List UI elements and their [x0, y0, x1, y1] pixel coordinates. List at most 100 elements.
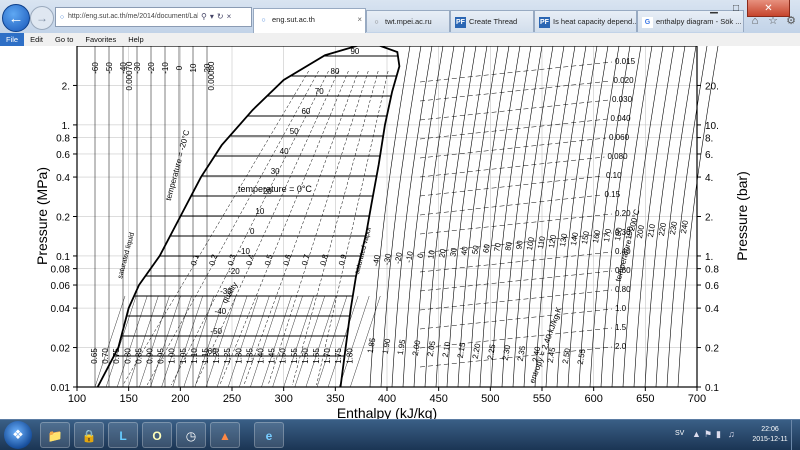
show-hidden-icons-icon[interactable]: ▲	[692, 429, 701, 439]
search-icon[interactable]: ⚲	[201, 8, 207, 26]
subcooled-isotherm-label: 10	[189, 63, 198, 72]
tab-create-thread[interactable]: PF Create Thread	[450, 10, 534, 32]
y-tick-label-left: 0.2	[56, 213, 70, 224]
tab-label: eng.sut.ac.th	[272, 15, 315, 24]
x-tick-label: 500	[481, 393, 499, 405]
tab-label: twt.mpei.ac.ru	[385, 17, 432, 26]
google-icon: G	[642, 17, 653, 28]
tab-label: enthalpy diagram - Sök ...	[656, 17, 742, 26]
entropy-label-liquid: 0.70	[101, 348, 110, 364]
isotherm-label: -40	[215, 307, 227, 316]
clock[interactable]: 22:06 2015-12-11	[742, 425, 798, 445]
x-tick-label: 550	[533, 393, 551, 405]
page-icon: ○	[261, 17, 266, 24]
show-desktop-button[interactable]	[791, 420, 800, 450]
stop-icon[interactable]: ×	[227, 8, 232, 26]
subcooled-isotherm-label: -50	[105, 62, 114, 74]
close-tab-icon[interactable]: ×	[357, 9, 362, 31]
x-tick-label: 400	[378, 393, 396, 405]
volume-icon[interactable]: ♫	[728, 429, 735, 439]
pf-icon: PF	[539, 17, 550, 28]
x-axis-label: Enthalpy (kJ/kg)	[337, 405, 437, 419]
language-indicator[interactable]: SV	[675, 430, 684, 437]
taskbar-app-explorer[interactable]: 📁	[40, 422, 70, 448]
refresh-icon[interactable]: ↻	[217, 8, 224, 26]
y-tick-label-left: 0.01	[51, 383, 71, 394]
subcooled-isotherm-label: -10	[161, 62, 170, 74]
subcooled-isotherm-label: 0	[175, 65, 184, 70]
isotherm-label: 60	[301, 107, 310, 116]
x-tick-label: 250	[223, 393, 241, 405]
isotherm-label: 0	[250, 227, 255, 236]
clock-date: 2015-12-11	[752, 436, 788, 443]
y-tick-label-left: 0.8	[56, 134, 70, 145]
y-tick-label-left: 0.08	[51, 265, 71, 276]
flag-icon[interactable]: ⚑	[704, 429, 712, 440]
menu-edit[interactable]: Edit	[24, 33, 49, 46]
maximize-button[interactable]: □	[725, 0, 747, 17]
page-icon: ○	[59, 14, 65, 21]
ie-icon: e	[265, 429, 273, 443]
forward-arrow-icon: →	[36, 11, 48, 25]
favorites-star-icon[interactable]: ☆	[766, 14, 780, 28]
entropy-label-liquid: 0.65	[90, 348, 99, 364]
specific-volume-label: 0.15	[605, 190, 621, 199]
forward-button[interactable]: →	[30, 6, 54, 30]
menu-file[interactable]: File	[0, 33, 25, 46]
folder-icon: 📁	[47, 429, 63, 443]
subcooled-isotherm-label: -60	[91, 62, 100, 74]
y-tick-label-left: 0.02	[51, 344, 71, 355]
isotherm-label: 30	[271, 167, 280, 176]
y-tick-label-left: 2.	[62, 81, 70, 92]
address-bar[interactable]: ○ http://eng.sut.ac.th/me/2014/document/L…	[55, 7, 252, 27]
y-tick-label-right: 20.	[705, 81, 719, 92]
taskbar-app-security[interactable]: 🔒	[74, 422, 104, 448]
isotherm-label: -50	[210, 327, 222, 336]
specific-volume-label: 0.020	[614, 76, 635, 85]
y-tick-label-left: 0.1	[56, 252, 70, 263]
y-tick-label-right: 6.	[705, 150, 713, 161]
y-tick-label-right: 0.1	[705, 383, 719, 394]
menu-goto[interactable]: Go to	[49, 33, 79, 46]
specific-volume-label: 0.060	[609, 133, 630, 142]
lock-icon: 🔒	[81, 429, 97, 443]
minimize-button[interactable]: ▁	[703, 0, 725, 17]
menu-help[interactable]: Help	[122, 33, 149, 46]
network-signal-icon[interactable]: ▮	[716, 429, 721, 440]
lync-icon: L	[119, 429, 127, 443]
y-tick-label-right: 4.	[705, 173, 713, 184]
specific-volume-label: 1.0	[615, 304, 627, 313]
isotherm-label: -60	[205, 347, 217, 356]
home-icon[interactable]: ⌂	[748, 14, 762, 28]
pf-icon: PF	[455, 17, 466, 28]
specific-volume-label: 0.030	[612, 95, 633, 104]
specific-volume-label: 0.10	[606, 171, 622, 180]
y-tick-label-left: 0.6	[56, 150, 70, 161]
menu-favorites[interactable]: Favorites	[79, 33, 122, 46]
taskbar-app-clock[interactable]: ◷	[176, 422, 206, 448]
tab-twt-mpei[interactable]: ○ twt.mpei.ac.ru	[366, 10, 450, 32]
tab-eng-sut[interactable]: ○ eng.sut.ac.th ×	[253, 8, 366, 33]
address-text[interactable]: http://eng.sut.ac.th/me/2014/document/La…	[68, 8, 198, 26]
windows-logo-icon: ❖	[12, 427, 24, 442]
taskbar-app-matlab[interactable]: ▲	[210, 422, 240, 448]
settings-gear-icon[interactable]: ⚙	[784, 14, 798, 28]
back-button[interactable]: ←	[2, 4, 30, 32]
specific-volume-label: 0.80	[615, 285, 631, 294]
tab-heat-capacity[interactable]: PF Is heat capacity depend...	[534, 10, 637, 32]
specific-volume-label: 0.015	[615, 57, 636, 66]
taskbar-app-ie[interactable]: e	[254, 422, 284, 448]
x-tick-label: 350	[326, 393, 344, 405]
back-arrow-icon: ←	[8, 9, 24, 27]
outlook-icon: O	[152, 429, 162, 443]
isotherm-label: 50	[290, 127, 299, 136]
y-tick-label-left: 0.04	[51, 304, 71, 315]
taskbar-app-outlook[interactable]: O	[142, 422, 172, 448]
start-button[interactable]: ❖	[4, 421, 32, 449]
taskbar-app-lync[interactable]: L	[108, 422, 138, 448]
isotherm-label: 70	[315, 87, 324, 96]
y-tick-label-left: 0.4	[56, 173, 70, 184]
subcooled-isotherm-label: -20	[147, 62, 156, 74]
dropdown-icon[interactable]: ▾	[210, 8, 214, 26]
specific-volume-label: 0.080	[608, 152, 629, 161]
